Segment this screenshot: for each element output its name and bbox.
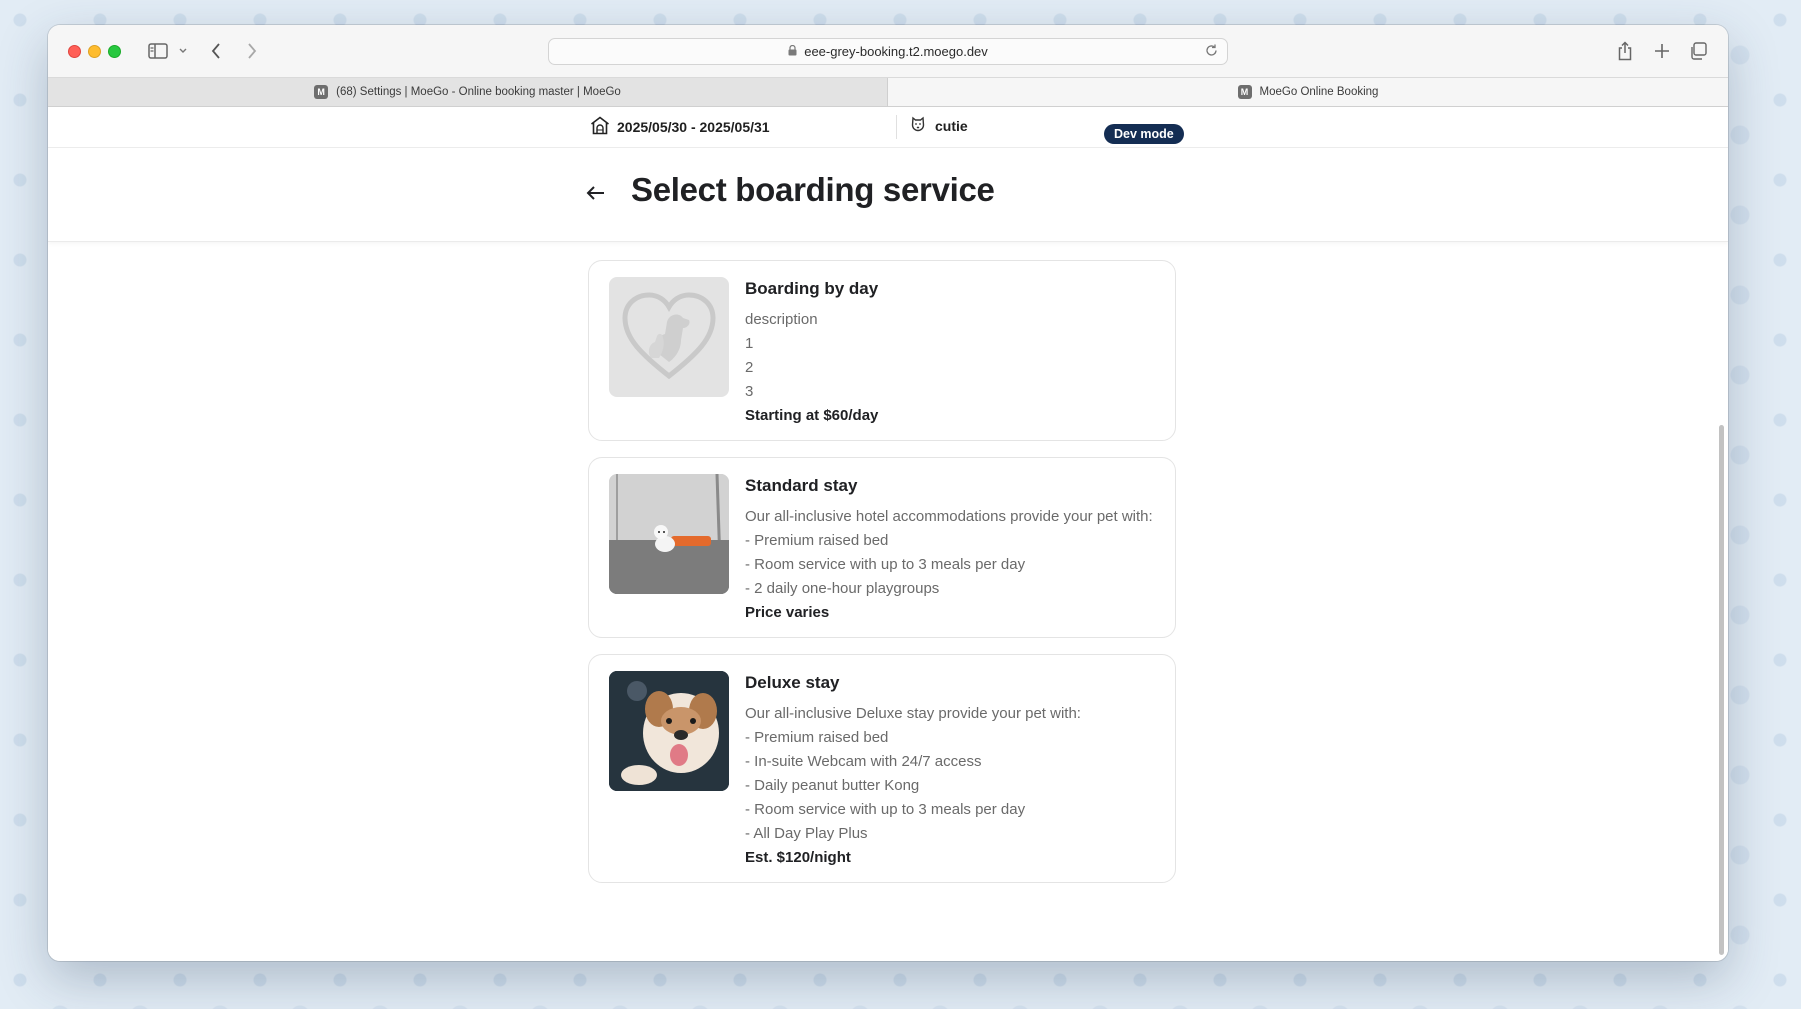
service-description-line: 2 <box>745 359 754 376</box>
tab-label: (68) Settings | MoeGo - Online booking m… <box>336 86 621 98</box>
service-description-line: 3 <box>745 383 754 400</box>
pet-heart-placeholder-icon <box>609 277 729 397</box>
back-button[interactable] <box>584 181 608 205</box>
service-description-line: Our all-inclusive hotel accommodations p… <box>745 508 1153 525</box>
service-name: Boarding by day <box>745 279 879 298</box>
service-description-line: - Daily peanut butter Kong <box>745 777 920 794</box>
address-text: eee-grey-booking.t2.moego.dev <box>804 44 988 59</box>
info-divider <box>896 115 897 139</box>
service-name: Standard stay <box>745 476 858 495</box>
booking-info-bar: 2025/05/30 - 2025/05/31 cutie Dev mode <box>48 107 1728 148</box>
new-tab-icon[interactable] <box>1649 38 1675 64</box>
booking-page: 2025/05/30 - 2025/05/31 cutie Dev mode S… <box>48 107 1728 961</box>
sidebar-toggle-icon[interactable] <box>145 38 171 64</box>
arrow-left-icon <box>586 186 604 200</box>
tab-overview-icon[interactable] <box>1685 38 1711 64</box>
service-price: Est. $120/night <box>745 849 851 866</box>
house-icon <box>590 116 610 138</box>
service-description-line: 1 <box>745 335 754 352</box>
kennel-photo <box>609 474 729 594</box>
browser-toolbar: eee-grey-booking.t2.moego.dev <box>48 25 1728 77</box>
service-description-line: - Premium raised bed <box>745 532 889 549</box>
service-card-boarding-by-day[interactable]: Boarding by day description 1 2 3 Starti… <box>588 260 1176 441</box>
minimize-window-button[interactable] <box>88 45 101 58</box>
service-price: Price varies <box>745 604 830 621</box>
dog-icon <box>910 116 926 136</box>
service-price: Starting at $60/day <box>745 407 879 424</box>
chevron-down-icon[interactable] <box>176 38 190 64</box>
service-card-standard-stay[interactable]: Standard stay Our all-inclusive hotel ac… <box>588 457 1176 638</box>
page-header: Select boarding service <box>48 148 1728 242</box>
service-description-line: - All Day Play Plus <box>745 825 868 842</box>
service-name: Deluxe stay <box>745 673 840 692</box>
service-description-line: Our all-inclusive Deluxe stay provide yo… <box>745 705 1081 722</box>
selected-pet[interactable]: cutie <box>910 116 968 136</box>
tab-bar: M (68) Settings | MoeGo - Online booking… <box>48 77 1728 107</box>
page-scrollbar[interactable] <box>1719 425 1724 955</box>
service-description-line: - Room service with up to 3 meals per da… <box>745 556 1026 573</box>
tab-settings[interactable]: M (68) Settings | MoeGo - Online booking… <box>48 78 888 106</box>
moego-favicon-icon: M <box>314 85 329 99</box>
page-title: Select boarding service <box>631 171 995 208</box>
browser-window: eee-grey-booking.t2.moego.dev M (68) Set… <box>48 25 1728 961</box>
tab-label: MoeGo Online Booking <box>1259 86 1379 98</box>
reload-icon[interactable] <box>1204 43 1219 61</box>
address-bar[interactable]: eee-grey-booking.t2.moego.dev <box>548 38 1228 65</box>
close-window-button[interactable] <box>68 45 81 58</box>
tab-online-booking[interactable]: M MoeGo Online Booking <box>888 78 1728 106</box>
pet-name: cutie <box>935 118 968 134</box>
share-icon[interactable] <box>1612 38 1638 64</box>
moego-favicon-icon: M <box>1237 85 1252 99</box>
service-description-line: - In-suite Webcam with 24/7 access <box>745 753 982 770</box>
service-description-line: description <box>745 311 818 328</box>
dev-mode-badge: Dev mode <box>1104 124 1184 144</box>
zoom-window-button[interactable] <box>108 45 121 58</box>
service-description-line: - Room service with up to 3 meals per da… <box>745 801 1026 818</box>
service-card-deluxe-stay[interactable]: Deluxe stay Our all-inclusive Deluxe sta… <box>588 654 1176 883</box>
stay-dates-text: 2025/05/30 - 2025/05/31 <box>617 119 770 135</box>
bulldog-photo <box>609 671 729 791</box>
back-nav-icon[interactable] <box>204 38 228 64</box>
forward-nav-icon[interactable] <box>240 38 264 64</box>
service-list: Boarding by day description 1 2 3 Starti… <box>588 260 1176 899</box>
stay-dates[interactable]: 2025/05/30 - 2025/05/31 <box>590 116 770 138</box>
service-description-line: - Premium raised bed <box>745 729 889 746</box>
lock-icon <box>788 44 797 59</box>
service-description-line: - 2 daily one-hour playgroups <box>745 580 940 597</box>
